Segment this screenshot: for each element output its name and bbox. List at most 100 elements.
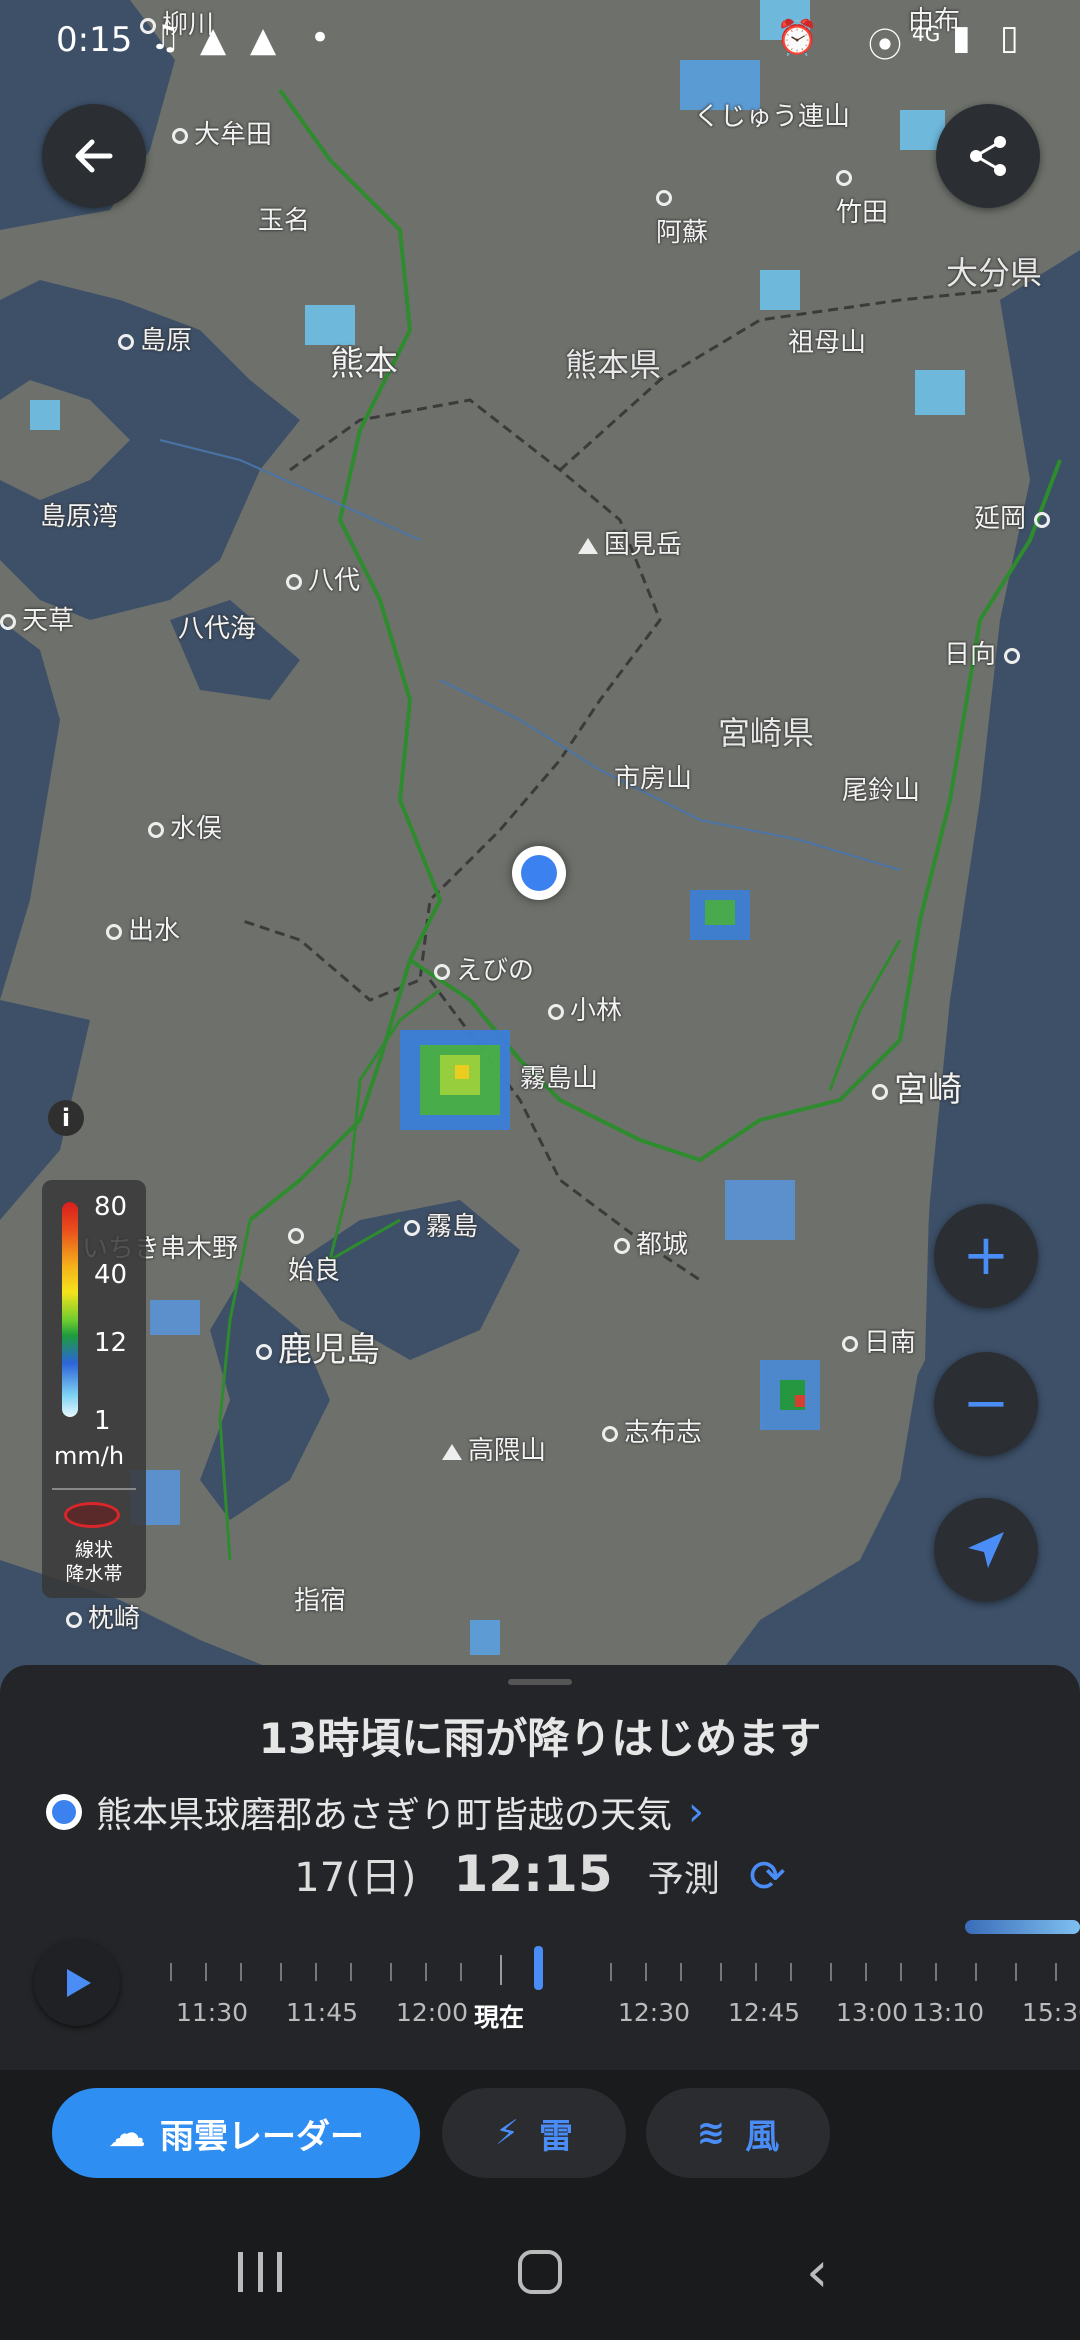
pref-label-kumamoto: 熊本県 [565,346,662,384]
share-icon [970,136,1006,176]
system-nav-bar: ‹ [0,2200,1080,2340]
place-sobosan: 祖母山 [788,328,867,358]
forecast-date: 17(日) [294,1855,417,1901]
place-nobeoka: 延岡 [974,498,1056,535]
timeline-now-label: 現在 [474,2003,525,2032]
tab-wind[interactable]: ≋ 風 [646,2088,830,2178]
timeline-cursor[interactable] [534,1946,543,1990]
location-row[interactable]: 熊本県球磨郡あさぎり町皆越の天気 › [46,1787,704,1837]
place-omuta: 大牟田 [172,114,272,151]
legend-level-1: 1 [94,1406,111,1436]
recent-apps-button[interactable] [238,2252,282,2292]
line-band-label: 線状 降水帯 [65,1539,123,1585]
back-button[interactable] [42,104,146,208]
forecast-time-row: 17(日) 12:15 予測 ⟳ [0,1845,1080,1903]
rain-cloud-icon: ☁ [108,2111,146,2155]
timeline-label: 12:00 [396,1998,469,2027]
network-type: 4G [912,22,941,46]
place-shibushi: 志布志 [602,1412,702,1449]
place-shimabara: 島原 [118,320,192,357]
rain-cell-kirishima [400,1030,510,1130]
play-icon [67,1969,91,1997]
plus-icon: + [962,1223,1010,1288]
notification-icon: ▲ [200,20,227,60]
timeline-label: 12:45 [728,1998,801,2027]
refresh-icon[interactable]: ⟳ [749,1851,786,1902]
place-shimabara-bay: 島原湾 [40,502,119,532]
forecast-mode: 予測 [647,1859,720,1900]
current-location-marker[interactable] [512,846,566,900]
place-ichifusayama: 市房山 [614,764,693,794]
place-izumi: 出水 [106,910,180,947]
place-kirishimayama: 霧島山 [520,1064,599,1094]
tab-thunder[interactable]: ⚡ 雷 [442,2088,626,2178]
sheet-drag-handle[interactable] [508,1679,572,1685]
timeline-progress-bar [965,1920,1080,1934]
location-name: 熊本県球磨郡あさぎり町皆越の天気 [96,1795,673,1836]
wind-icon: ≋ [696,2113,726,2153]
place-amakusa: 天草 [0,600,74,637]
timeline-label: 11:45 [286,1998,359,2027]
place-kirishima: 霧島 [404,1206,478,1243]
layer-tab-bar: ☁ 雨雲レーダー ⚡ 雷 ≋ 風 [0,2070,1080,2200]
place-kunimidake: 国見岳 [578,524,682,561]
share-button[interactable] [936,104,1040,208]
alarm-icon: ⏰ [776,18,819,58]
pref-label-miyazaki: 宮崎県 [718,714,815,752]
place-kumamoto: 熊本 [330,344,398,384]
legend-unit: mm/h [54,1442,125,1470]
location-dot-icon [46,1794,82,1830]
precipitation-legend: 80 40 12 1 mm/h 線状 降水帯 [42,1180,146,1598]
place-miyakonojo: 都城 [614,1224,688,1261]
pref-label-oita: 大分県 [946,254,1043,292]
place-nichinan: 日南 [842,1322,916,1359]
info-icon[interactable]: i [48,1100,84,1136]
tab-rain-radar-label: 雨雲レーダー [160,2116,364,2157]
arrow-left-icon [75,139,113,173]
place-yatsushiro-sea: 八代海 [178,614,257,644]
place-takakumayama: 高隈山 [442,1430,546,1467]
timeline-label: 15:30 [1022,1998,1080,2027]
legend-color-bar [62,1202,78,1417]
play-button[interactable] [34,1940,120,2026]
weather-map[interactable]: 熊本県 宮崎県 大分県 柳川 大牟田 玉名 島原 熊本 島原湾 八代 天草 八代… [0,0,1080,1700]
forecast-headline: 13時頃に雨が降りはじめます [258,1714,822,1763]
place-tamana: 玉名 [258,206,311,236]
place-aso: 阿蘇 [656,182,708,249]
place-taketa: 竹田 [836,162,888,229]
place-minamata: 水俣 [148,808,222,845]
minus-icon: − [962,1371,1010,1436]
tab-rain-radar[interactable]: ☁ 雨雲レーダー [52,2088,420,2178]
more-notifications-icon: • [310,18,331,58]
timeline-label: 13:00 [836,1998,909,2027]
timeline-label: 11:30 [176,1998,249,2027]
place-osuzuyama: 尾鈴山 [842,776,921,806]
place-miyazaki: 宮崎 [872,1062,962,1111]
place-hyuga: 日向 [944,634,1026,671]
place-kagoshima: 鹿児島 [256,1322,380,1371]
battery-icon: ▯ [1000,18,1019,58]
navigation-arrow-icon [968,1532,1004,1568]
timeline-label: 13:10 [912,1998,985,2027]
location-icon: ⦿ [868,26,902,66]
place-aira: 始良 [288,1220,340,1287]
signal-icon: ▮ [952,18,971,58]
place-makurazaki: 枕崎 [66,1598,140,1635]
forecast-time: 12:15 [453,1845,613,1903]
status-bar: 0:15 ♫ ▲ ▲ • ⏰ ⦿ 4G ▮ ▯ [0,0,1080,84]
my-location-button[interactable] [934,1498,1038,1602]
place-yatsushiro: 八代 [286,560,360,597]
place-ibusuki: 指宿 [294,1586,347,1616]
status-time: 0:15 [56,20,133,60]
zoom-in-button[interactable]: + [934,1204,1038,1308]
home-button[interactable] [518,2250,562,2294]
place-ebino: えびの [434,950,534,987]
tab-thunder-label: 雷 [538,2116,573,2157]
back-nav-button[interactable]: ‹ [806,2240,828,2305]
notification-icon-2: ▲ [250,20,277,60]
line-band-icon [64,1502,120,1528]
zoom-out-button[interactable]: − [934,1352,1038,1456]
lightning-icon: ⚡ [495,2113,519,2153]
timeline-label: 12:30 [618,1998,691,2027]
music-icon: ♫ [150,18,181,58]
